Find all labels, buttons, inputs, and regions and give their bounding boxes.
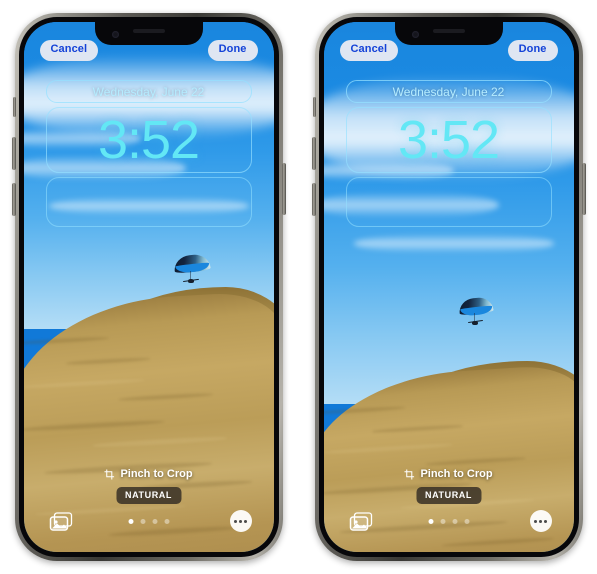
style-badge[interactable]: NATURAL: [115, 487, 182, 504]
editor-bottombar: [324, 510, 574, 538]
ellipsis-dot: [234, 519, 237, 523]
power-button[interactable]: [581, 163, 586, 215]
silent-switch[interactable]: [12, 97, 16, 117]
crop-icon: [404, 468, 415, 480]
pinch-to-crop-hint: Pinch to Crop: [24, 468, 274, 480]
phone-bezel: Cancel Done Wednesday, June 22 3:52 Pinc…: [18, 17, 279, 557]
cancel-button[interactable]: Cancel: [339, 40, 399, 61]
earpiece-speaker: [432, 29, 465, 33]
done-button[interactable]: Done: [207, 40, 258, 61]
page-dot[interactable]: [428, 519, 433, 524]
done-button[interactable]: Done: [507, 40, 558, 61]
ellipsis-dot: [244, 519, 247, 523]
page-dot[interactable]: [164, 519, 169, 524]
page-indicator[interactable]: [128, 519, 169, 524]
phone-bezel: Cancel Done Wednesday, June 22 3:52 Pinc…: [318, 17, 579, 557]
photo-stack-icon[interactable]: [48, 512, 74, 534]
clock-text: 3:52: [397, 110, 500, 170]
empty-widget-slot[interactable]: [345, 177, 552, 227]
page-dot[interactable]: [152, 519, 157, 524]
phone-left: Cancel Done Wednesday, June 22 3:52 Pinc…: [11, 13, 286, 561]
silent-switch[interactable]: [312, 97, 316, 117]
editor-overlay: Cancel Done Wednesday, June 22 3:52 Pinc…: [24, 22, 274, 552]
style-badge[interactable]: NATURAL: [415, 487, 482, 504]
photo-stack-icon[interactable]: [348, 512, 374, 534]
editor-bottombar: [24, 510, 274, 538]
crop-icon: [104, 468, 115, 480]
volume-up-button[interactable]: [11, 137, 16, 170]
volume-up-button[interactable]: [311, 137, 316, 170]
volume-down-button[interactable]: [11, 183, 16, 216]
ellipsis-dot: [539, 519, 542, 523]
notch: [394, 22, 503, 45]
phone-screen: Cancel Done Wednesday, June 22 3:52 Pinc…: [23, 22, 274, 552]
more-options-button[interactable]: [529, 510, 552, 532]
front-camera-icon: [411, 31, 419, 38]
editor-overlay: Cancel Done Wednesday, June 22 3:52 Pinc…: [324, 22, 574, 552]
crop-hint-label: Pinch to Crop: [420, 468, 493, 480]
empty-widget-slot[interactable]: [45, 177, 252, 227]
power-button[interactable]: [281, 163, 286, 215]
comparison-stage: Cancel Done Wednesday, June 22 3:52 Pinc…: [0, 0, 597, 574]
phone-screen: Cancel Done Wednesday, June 22 3:52 Pinc…: [323, 22, 574, 552]
clock-text: 3:52: [97, 110, 200, 170]
earpiece-speaker: [132, 29, 165, 33]
more-options-button[interactable]: [229, 510, 252, 532]
front-camera-icon: [111, 31, 119, 38]
clock-widget[interactable]: 3:52: [345, 107, 552, 173]
ellipsis-dot: [534, 519, 537, 523]
page-dot[interactable]: [140, 519, 145, 524]
page-indicator[interactable]: [428, 519, 469, 524]
ellipsis-dot: [544, 519, 547, 523]
date-text: Wednesday, June 22: [92, 84, 205, 99]
pinch-to-crop-hint: Pinch to Crop: [324, 468, 574, 480]
ellipsis-dot: [239, 519, 242, 523]
page-dot[interactable]: [452, 519, 457, 524]
date-widget[interactable]: Wednesday, June 22: [45, 80, 252, 103]
page-dot[interactable]: [128, 519, 133, 524]
date-widget[interactable]: Wednesday, June 22: [345, 80, 552, 103]
volume-down-button[interactable]: [311, 183, 316, 216]
notch: [94, 22, 203, 45]
page-dot[interactable]: [440, 519, 445, 524]
date-text: Wednesday, June 22: [392, 84, 505, 99]
crop-hint-label: Pinch to Crop: [120, 468, 193, 480]
cancel-button[interactable]: Cancel: [39, 40, 99, 61]
phone-right: Cancel Done Wednesday, June 22 3:52 Pinc…: [311, 13, 586, 561]
page-dot[interactable]: [464, 519, 469, 524]
clock-widget[interactable]: 3:52: [45, 107, 252, 173]
